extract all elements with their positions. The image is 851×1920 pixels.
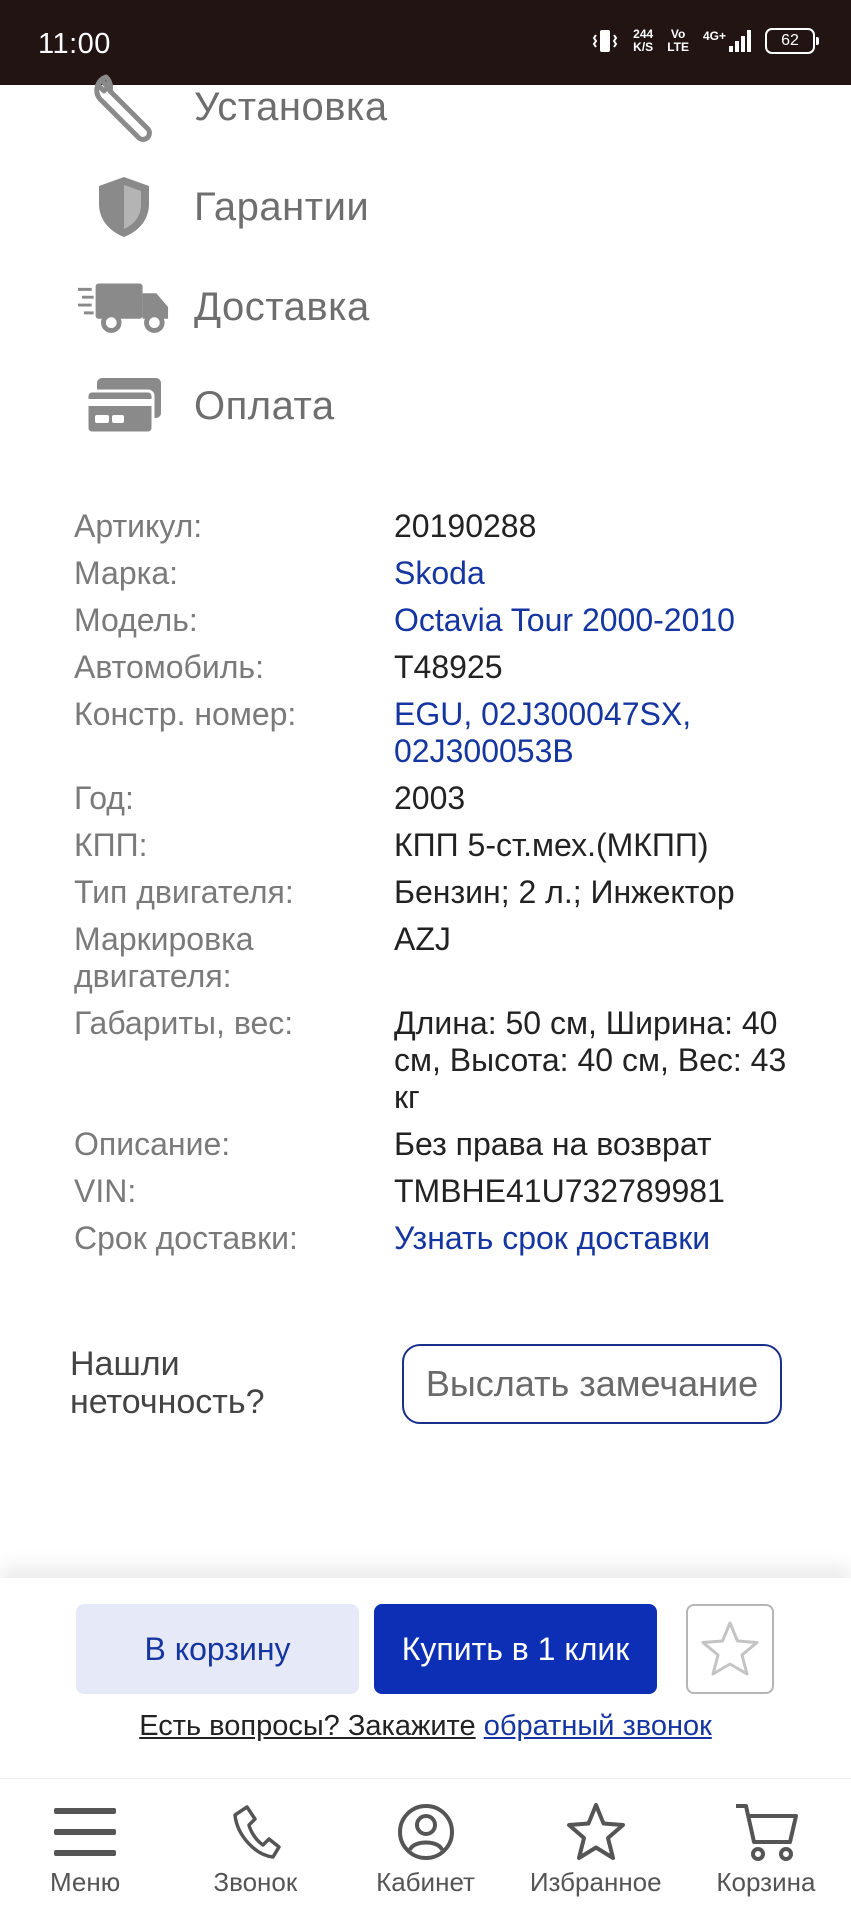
spec-key: VIN: bbox=[74, 1173, 137, 1209]
nav-call[interactable]: Звонок bbox=[170, 1779, 340, 1920]
nav-cart[interactable]: Корзина bbox=[681, 1779, 851, 1920]
star-outline-icon bbox=[701, 1621, 759, 1676]
spec-row-gearbox: КПП: КПП 5-ст.мех.(МКПП) bbox=[74, 827, 794, 864]
vibrate-icon bbox=[592, 30, 618, 52]
nav-label: Избранное bbox=[529, 1867, 662, 1897]
user-account-icon bbox=[397, 1801, 455, 1863]
phone-icon bbox=[229, 1801, 282, 1863]
spec-value: AZJ bbox=[394, 921, 451, 957]
payment-card-icon bbox=[78, 366, 170, 446]
spec-key: Год: bbox=[74, 780, 134, 816]
report-question: Нашли неточность? bbox=[70, 1345, 265, 1421]
info-item-installation[interactable]: Установка bbox=[78, 62, 388, 152]
spec-row-car: Автомобиль: T48925 bbox=[74, 649, 794, 686]
spec-row-article: Артикул: 20190288 bbox=[74, 508, 794, 545]
spec-value: 2003 bbox=[394, 780, 466, 816]
spec-key: Габариты, вес: bbox=[74, 1005, 294, 1041]
spec-value: КПП 5-ст.мех.(МКПП) bbox=[394, 827, 709, 863]
nav-menu[interactable]: Меню bbox=[0, 1779, 170, 1920]
spec-row-construction-number: Констр. номер: EGU, 02J300047SX, 02J3000… bbox=[74, 696, 794, 770]
spec-row-vin: VIN: TMBHE41U732789981 bbox=[74, 1173, 794, 1210]
bottom-navigation: Меню Звонок Кабинет Избранное Корзина bbox=[0, 1778, 851, 1920]
nav-favorites[interactable]: Избранное bbox=[511, 1779, 681, 1920]
spec-key: Автомобиль: bbox=[74, 649, 264, 685]
spec-value: Длина: 50 см, Ширина: 40 см, Высота: 40 … bbox=[394, 1005, 787, 1115]
spec-value: TMBHE41U732789981 bbox=[394, 1173, 725, 1209]
construction-number-link[interactable]: EGU, 02J300047SX, 02J300053B bbox=[394, 696, 794, 770]
network-speed: 244 K/S bbox=[633, 27, 654, 54]
spec-key: Срок доставки: bbox=[74, 1220, 298, 1256]
spec-value: Без права на возврат bbox=[394, 1126, 712, 1162]
nav-label: Звонок bbox=[213, 1867, 298, 1897]
spec-row-dimensions: Габариты, вес: Длина: 50 см, Ширина: 40 … bbox=[74, 1005, 794, 1116]
delivery-time-link[interactable]: Узнать срок доставки bbox=[394, 1220, 794, 1257]
nav-label: Кабинет bbox=[376, 1867, 475, 1897]
model-link[interactable]: Octavia Tour 2000-2010 bbox=[394, 602, 794, 639]
buy-one-click-button[interactable]: Купить в 1 клик bbox=[374, 1604, 657, 1694]
spec-key: Маркировка двигателя: bbox=[74, 921, 254, 994]
shield-icon bbox=[78, 167, 170, 247]
info-item-label: Установка bbox=[194, 84, 388, 129]
spec-row-brand: Марка: Skoda bbox=[74, 555, 794, 592]
status-time: 11:00 bbox=[38, 28, 111, 60]
product-specs: Артикул: 20190288 Марка: Skoda Модель: O… bbox=[74, 508, 794, 1267]
star-icon bbox=[565, 1801, 627, 1863]
cart-icon bbox=[734, 1801, 798, 1863]
volte-indicator: Vo LTE bbox=[667, 27, 689, 54]
nav-label: Меню bbox=[49, 1867, 121, 1897]
spec-value: Бензин; 2 л.; Инжектор bbox=[394, 874, 735, 910]
brand-link[interactable]: Skoda bbox=[394, 555, 794, 592]
info-item-warranty[interactable]: Гарантии bbox=[78, 162, 369, 252]
purchase-panel: В корзину Купить в 1 клик Есть вопросы? … bbox=[0, 1578, 851, 1778]
signal-bars-icon bbox=[729, 30, 751, 52]
add-to-favorites-button[interactable] bbox=[686, 1604, 774, 1694]
spec-key: КПП: bbox=[74, 827, 148, 863]
spec-key: Констр. номер: bbox=[74, 696, 297, 732]
add-to-cart-button[interactable]: В корзину bbox=[76, 1604, 359, 1694]
spec-key: Описание: bbox=[74, 1126, 231, 1162]
info-item-payment[interactable]: Оплата bbox=[78, 361, 335, 451]
info-item-label: Доставка bbox=[194, 284, 370, 329]
spec-key: Марка: bbox=[74, 555, 178, 591]
battery-icon: 62 bbox=[765, 28, 819, 54]
spec-row-description: Описание: Без права на возврат bbox=[74, 1126, 794, 1163]
spec-key: Артикул: bbox=[74, 508, 203, 544]
spec-value: T48925 bbox=[394, 649, 503, 685]
status-icons: 244 K/S Vo LTE 4G+ 62 bbox=[591, 27, 819, 54]
truck-icon bbox=[78, 267, 170, 347]
callback-link[interactable]: обратный звонок bbox=[484, 1710, 712, 1742]
send-remark-button[interactable]: Выслать замечание bbox=[402, 1344, 782, 1424]
network-type: 4G+ bbox=[702, 29, 726, 43]
info-item-label: Оплата bbox=[194, 383, 335, 428]
spec-value: 20190288 bbox=[394, 508, 537, 544]
spec-key: Тип двигателя: bbox=[74, 874, 294, 910]
signal-indicator: 4G+ bbox=[703, 30, 751, 52]
info-item-delivery[interactable]: Доставка bbox=[78, 262, 370, 352]
spec-row-model: Модель: Octavia Tour 2000-2010 bbox=[74, 602, 794, 639]
info-item-label: Гарантии bbox=[194, 184, 370, 229]
nav-label: Корзина bbox=[716, 1867, 816, 1897]
spec-row-engine-type: Тип двигателя: Бензин; 2 л.; Инжектор bbox=[74, 874, 794, 911]
hamburger-menu-icon bbox=[52, 1801, 118, 1863]
spec-row-delivery-time: Срок доставки: Узнать срок доставки bbox=[74, 1220, 794, 1257]
spec-key: Модель: bbox=[74, 602, 198, 638]
callback-prompt: Есть вопросы? Закажите обратный звонок bbox=[0, 1710, 851, 1743]
spec-row-year: Год: 2003 bbox=[74, 780, 794, 817]
spec-row-engine-code: Маркировка двигателя: AZJ bbox=[74, 921, 794, 995]
wrench-icon bbox=[78, 67, 170, 147]
nav-account[interactable]: Кабинет bbox=[340, 1779, 510, 1920]
callback-text: Есть вопросы? Закажите bbox=[139, 1710, 476, 1742]
